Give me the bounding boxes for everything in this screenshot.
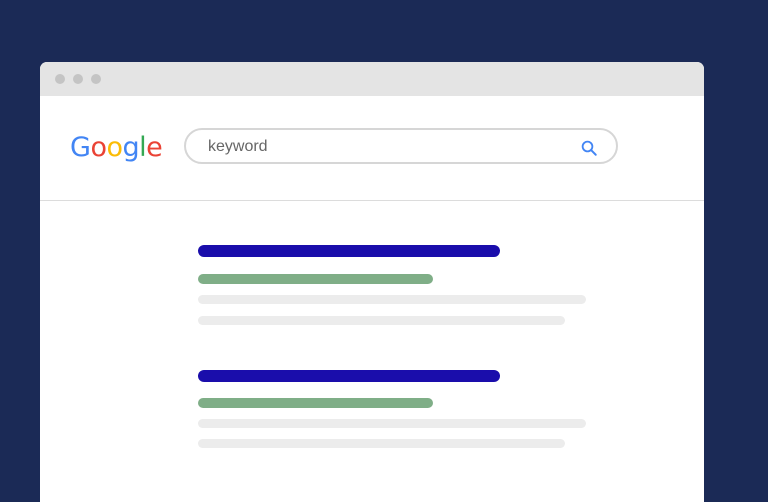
google-logo[interactable]: Google	[70, 132, 163, 163]
result-snippet-line	[198, 419, 586, 428]
search-icon[interactable]	[580, 139, 598, 157]
logo-letter: e	[146, 132, 163, 163]
result-snippet-line	[198, 439, 565, 448]
result-url-placeholder	[198, 274, 433, 284]
search-input[interactable]	[206, 136, 570, 158]
browser-window: Google	[40, 62, 704, 502]
result-snippet-line	[198, 295, 586, 304]
search-box[interactable]	[184, 128, 618, 164]
maximize-dot[interactable]	[91, 74, 101, 84]
result-snippet-line	[198, 316, 565, 325]
logo-letter: o	[90, 132, 107, 163]
browser-titlebar	[40, 62, 704, 96]
minimize-dot[interactable]	[73, 74, 83, 84]
logo-letter: G	[70, 132, 91, 163]
logo-letter: g	[122, 132, 140, 163]
close-dot[interactable]	[55, 74, 65, 84]
search-header: Google	[40, 96, 704, 201]
result-url-placeholder	[198, 398, 433, 408]
result-title-placeholder[interactable]	[198, 245, 500, 257]
logo-letter: o	[106, 132, 123, 163]
result-title-placeholder[interactable]	[198, 370, 500, 382]
